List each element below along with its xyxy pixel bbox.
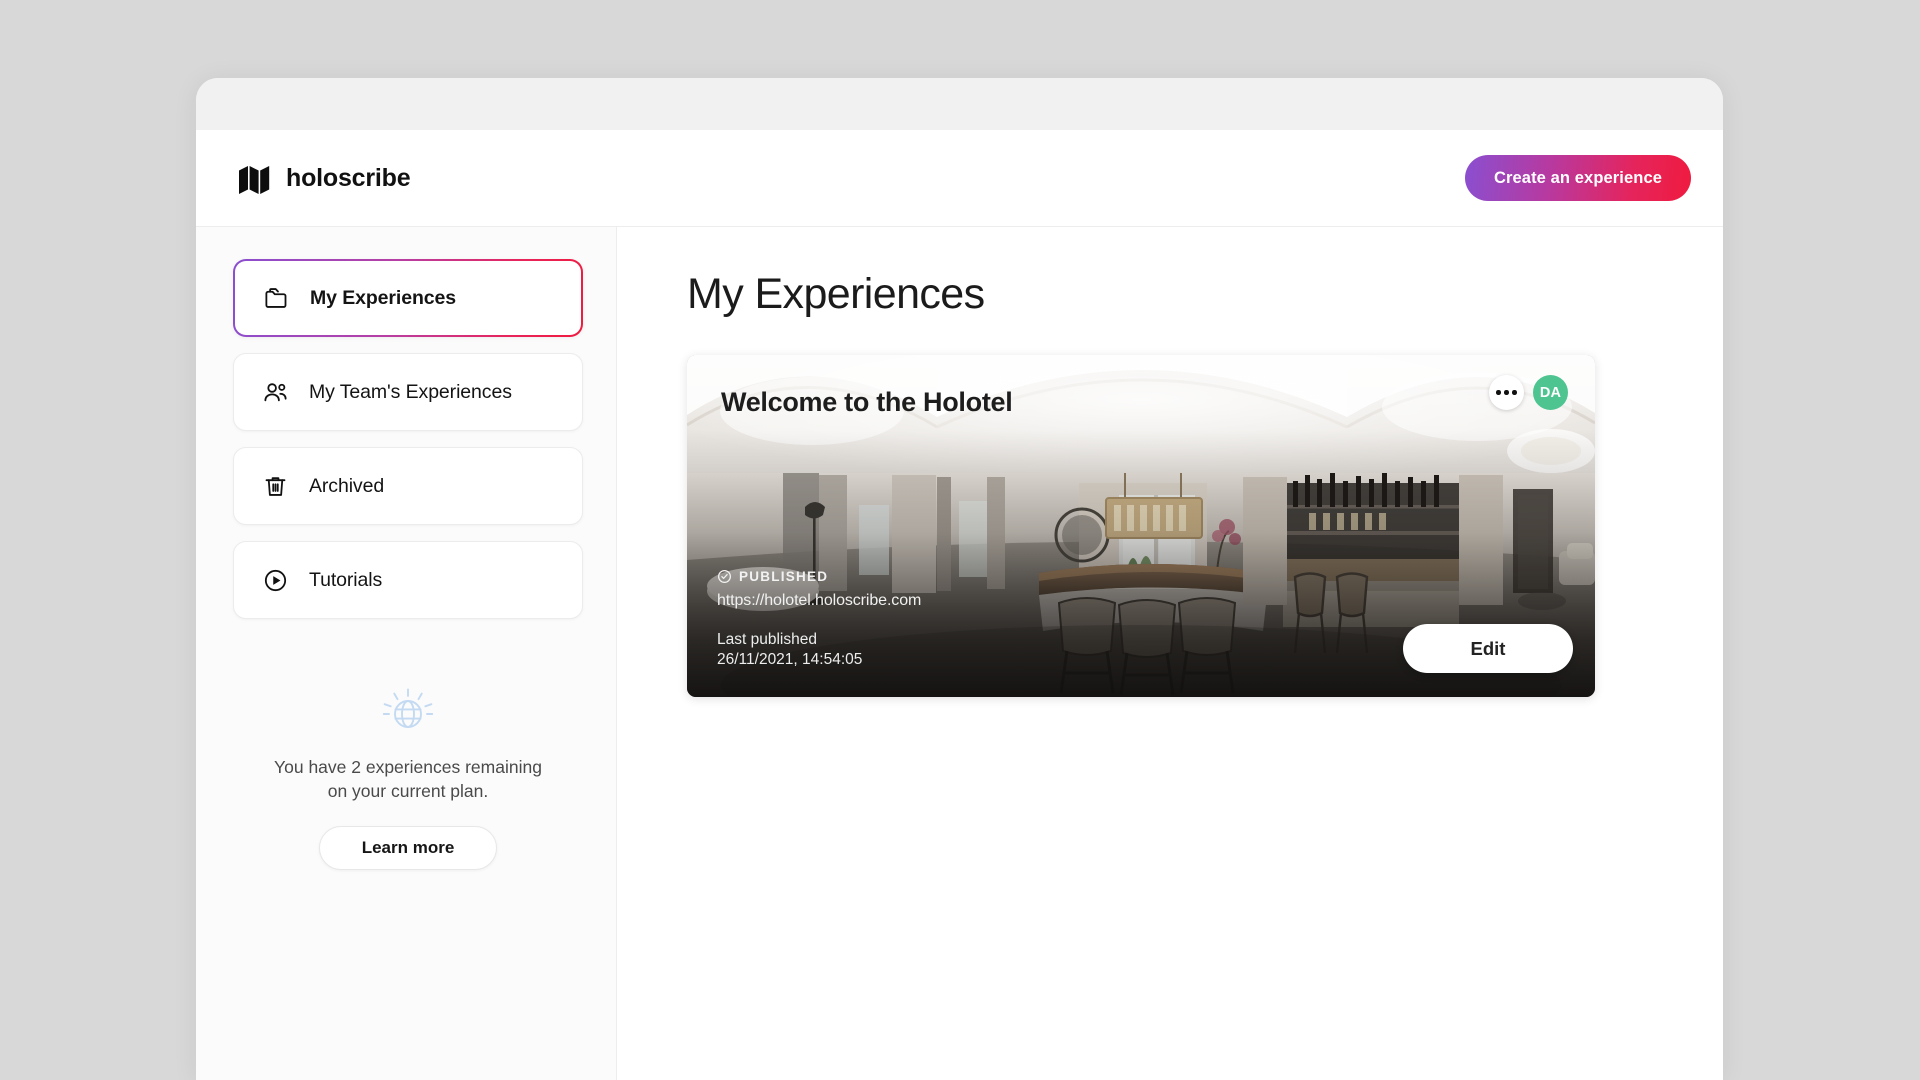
learn-more-button[interactable]: Learn more [319,826,498,870]
browser-window: holoscribe Create an experience My Exp [196,78,1723,1080]
avatar[interactable]: DA [1533,375,1568,410]
dot [1496,390,1501,395]
status-badge: PUBLISHED [717,569,921,584]
status-label: PUBLISHED [739,569,828,584]
card-meta: PUBLISHED https://holotel.holoscribe.com… [717,569,921,669]
sidebar-nav: My Experiences My Team's Experiences [233,259,583,619]
trash-icon [262,473,289,500]
card-url[interactable]: https://holotel.holoscribe.com [717,592,921,610]
plan-message: You have 2 experiences remaining on your… [273,756,543,804]
body-split: My Experiences My Team's Experiences [196,227,1723,1080]
sidebar-item-label: My Experiences [310,287,456,310]
dot [1512,390,1517,395]
create-experience-button[interactable]: Create an experience [1465,155,1691,201]
folded-map-icon [238,161,272,195]
dot [1504,390,1509,395]
folder-icon [263,285,290,312]
sidebar-item-label: Tutorials [309,569,382,592]
sidebar-item-label: My Team's Experiences [309,381,512,404]
sidebar: My Experiences My Team's Experiences [196,227,617,1080]
sidebar-item-my-teams-experiences[interactable]: My Team's Experiences [233,353,583,431]
play-circle-icon [262,567,289,594]
experience-card[interactable]: Welcome to the Holotel DA [687,355,1595,697]
window-chrome-bar [196,78,1723,130]
brand[interactable]: holoscribe [238,161,410,195]
last-published-label: Last published [717,631,921,649]
sidebar-item-tutorials[interactable]: Tutorials [233,541,583,619]
sidebar-item-label: Archived [309,475,384,498]
plan-message-line1: You have 2 experiences [274,757,460,777]
card-actions: DA [1489,375,1568,410]
last-published-date: 26/11/2021, 14:54:05 [717,651,921,669]
ellipsis-icon[interactable] [1489,375,1524,410]
sidebar-item-my-experiences[interactable]: My Experiences [233,259,583,337]
users-icon [262,379,289,406]
check-circle-icon [717,569,732,584]
brand-name: holoscribe [286,164,410,193]
edit-button[interactable]: Edit [1403,624,1573,673]
app-root: holoscribe Create an experience My Exp [196,130,1723,1080]
app-header: holoscribe Create an experience [196,130,1723,227]
sidebar-item-archived[interactable]: Archived [233,447,583,525]
globe-sparkle-icon [372,676,444,748]
page-title: My Experiences [687,270,1651,319]
main-content: My Experiences [617,227,1723,1080]
plan-widget: You have 2 experiences remaining on your… [233,676,583,870]
card-title: Welcome to the Holotel [721,387,1012,418]
